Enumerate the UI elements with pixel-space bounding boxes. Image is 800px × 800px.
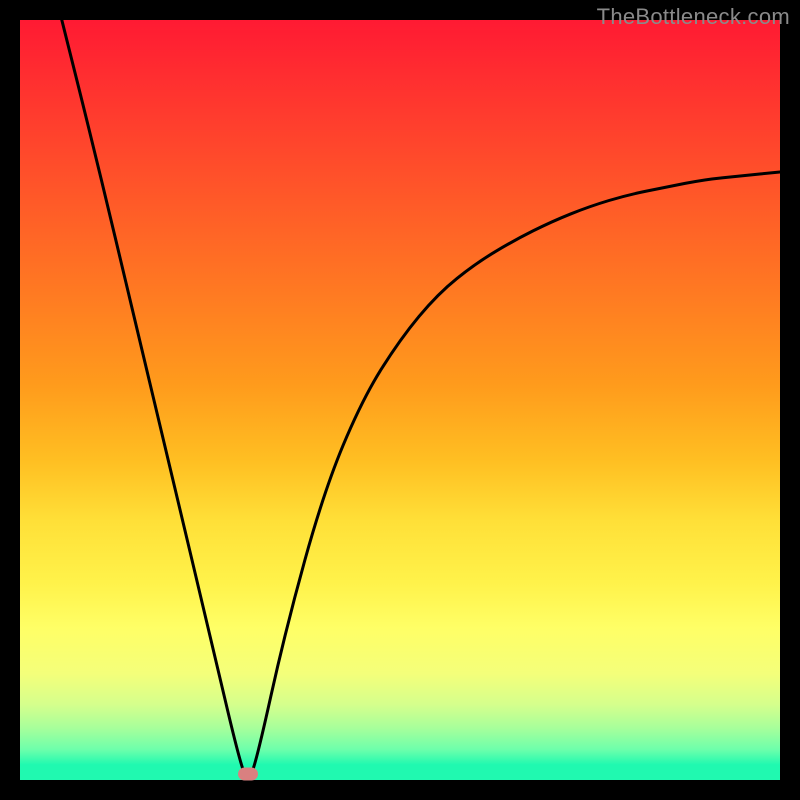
optimum-marker bbox=[238, 768, 258, 781]
watermark-label: TheBottleneck.com bbox=[597, 4, 790, 30]
chart-container: TheBottleneck.com bbox=[0, 0, 800, 800]
plot-area bbox=[20, 20, 780, 780]
bottleneck-curve bbox=[20, 20, 780, 780]
